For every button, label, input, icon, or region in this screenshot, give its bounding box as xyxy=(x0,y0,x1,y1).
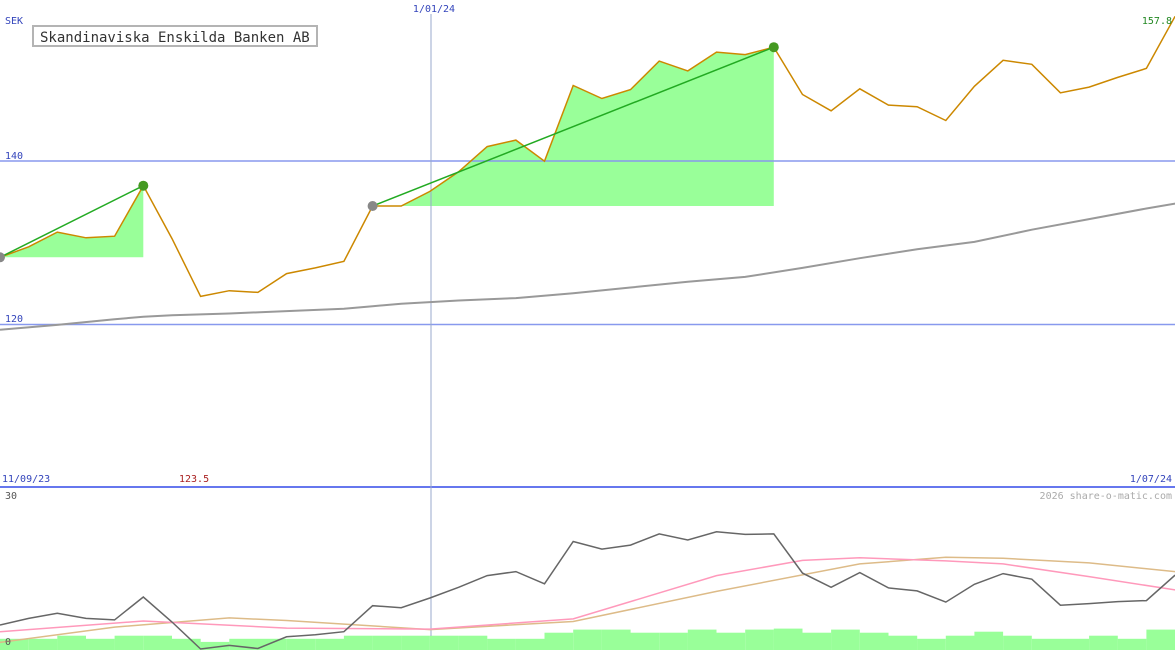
trend-start-marker xyxy=(0,252,5,263)
volume-bar xyxy=(1031,638,1061,650)
volume-bar xyxy=(1060,638,1090,650)
trend-end-marker xyxy=(138,180,149,191)
volume-bar xyxy=(458,635,488,650)
y-tick-120: 120 xyxy=(5,314,23,325)
stock-chart: SEK 140 120 1/01/24 157.8 11/09/23 123.5… xyxy=(0,4,1175,650)
volume-bar xyxy=(286,638,316,650)
volume-bar xyxy=(745,629,774,650)
min-price-label: 123.5 xyxy=(179,474,209,485)
volume-bar xyxy=(630,632,660,650)
moving-average-line xyxy=(0,202,1175,331)
volume-bars xyxy=(0,628,1175,650)
volume-bar xyxy=(601,629,631,650)
volume-bar xyxy=(315,638,344,650)
volume-bar xyxy=(917,638,946,650)
volume-bar xyxy=(687,629,717,650)
lower-y-tick-30: 30 xyxy=(5,491,17,502)
volume-bar xyxy=(429,635,459,650)
volume-bar xyxy=(372,635,402,650)
volume-bar xyxy=(716,632,746,650)
volume-bar xyxy=(1003,635,1032,650)
lower-y-tick-0: 0 xyxy=(5,637,11,648)
chart-title: Skandinaviska Enskilda Banken AB xyxy=(32,25,318,47)
fast-signal-line xyxy=(0,557,1175,633)
currency-label: SEK xyxy=(5,16,23,27)
volume-bar xyxy=(773,628,803,650)
trend-end-marker xyxy=(768,42,779,53)
volume-bar xyxy=(401,635,430,650)
date-label-end: 1/07/24 xyxy=(1130,474,1172,485)
date-label-start: 11/09/23 xyxy=(2,474,50,485)
volume-bar xyxy=(487,638,516,650)
volume-bar xyxy=(831,629,860,650)
volume-bar xyxy=(143,635,172,650)
volume-bar xyxy=(343,635,373,650)
volume-bar xyxy=(1117,638,1147,650)
volume-bar xyxy=(888,635,918,650)
last-price-label: 157.8 xyxy=(1142,16,1172,27)
copyright-label: 2026 share-o-matic.com xyxy=(1040,491,1172,502)
volume-bar xyxy=(86,638,115,650)
volume-bar xyxy=(114,635,144,650)
volume-bar xyxy=(859,632,889,650)
gain-areas xyxy=(0,47,774,258)
volume-bar xyxy=(544,632,574,650)
volume-bar xyxy=(659,632,688,650)
volume-bar xyxy=(1089,635,1118,650)
volume-bar xyxy=(515,638,545,650)
date-label-mid: 1/01/24 xyxy=(413,4,455,15)
trend-start-marker xyxy=(367,201,378,211)
volume-bar xyxy=(802,632,832,650)
volume-bar xyxy=(257,638,287,650)
volume-bar xyxy=(28,638,58,650)
volume-bar xyxy=(573,629,602,650)
volume-bar xyxy=(974,631,1004,650)
y-tick-140: 140 xyxy=(5,151,23,162)
volume-bar xyxy=(945,635,975,650)
volume-bar xyxy=(57,635,86,650)
volume-bar xyxy=(1146,629,1175,650)
